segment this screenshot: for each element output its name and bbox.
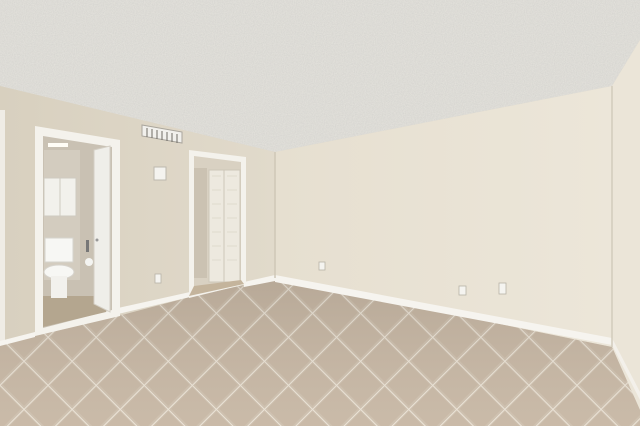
bathroom-door [93,145,111,313]
bathroom-doorway [35,126,120,336]
wall-outlet [498,282,507,295]
wall-outlet [318,261,326,271]
light-switch [153,166,167,181]
toilet-paper [85,258,93,266]
room-photo [0,0,640,426]
left-edge-wall [0,110,5,365]
right-wall [612,40,640,410]
room-illustration [0,0,640,426]
wall-outlet [154,273,162,284]
closet-doorway [189,150,246,298]
closet-bifold-doors [208,169,241,283]
wall-outlet [458,285,467,296]
